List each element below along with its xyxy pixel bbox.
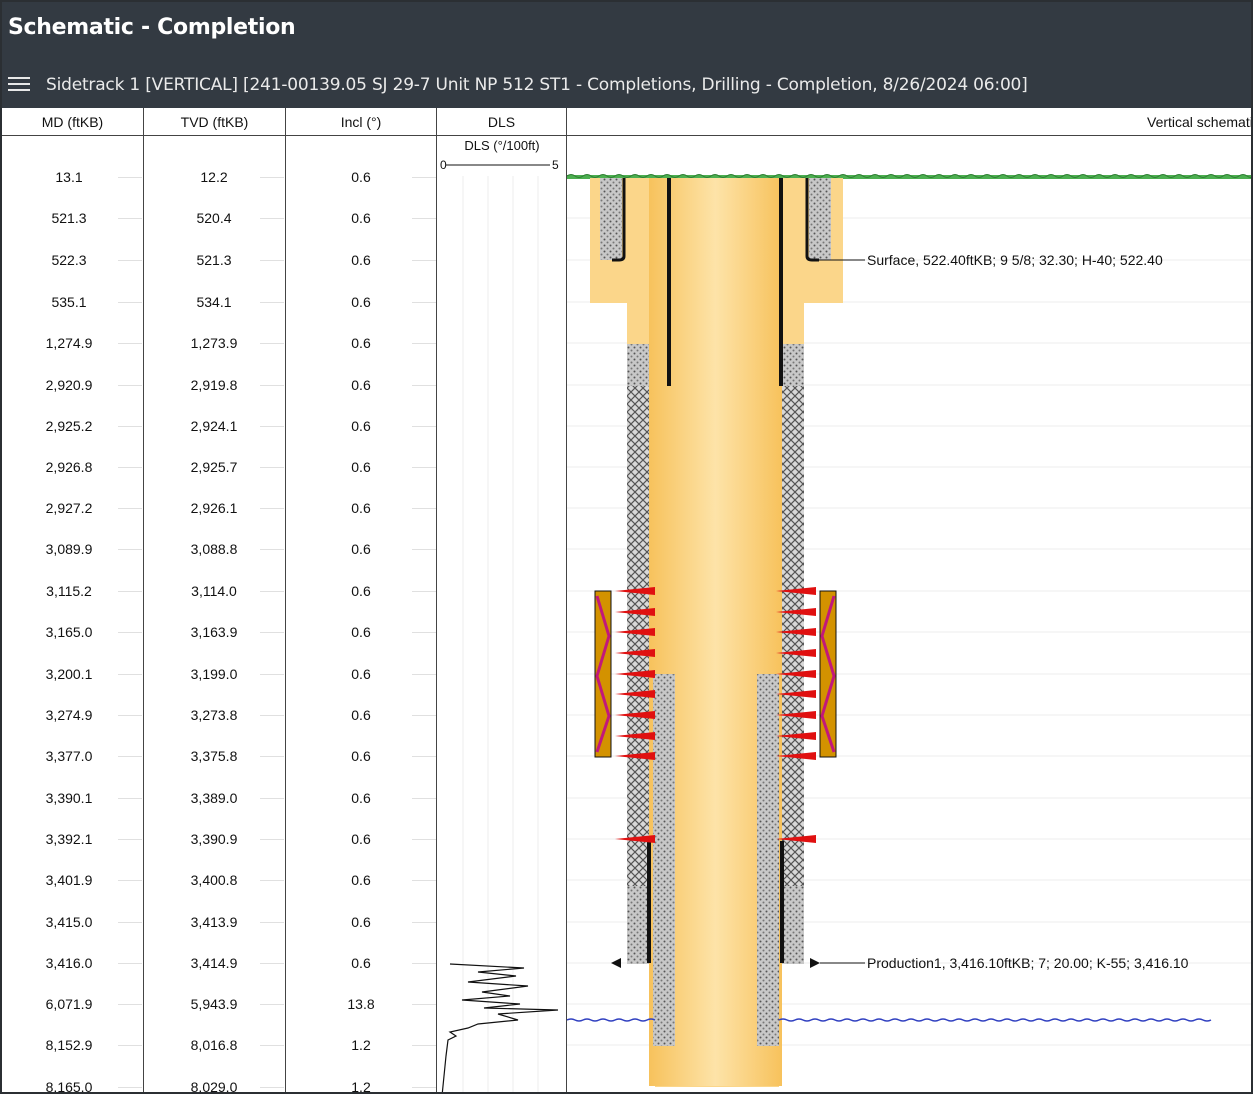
incl-column-header[interactable]: Incl (°) [286, 108, 437, 136]
liner-cement-left [653, 674, 675, 1046]
window-title: Schematic - Completion [8, 15, 296, 40]
md-cell: 2,920.9 [45, 377, 93, 393]
md-cell: 521.3 [51, 210, 87, 226]
md-cell: 2,925.2 [45, 418, 93, 434]
dls-column-header[interactable]: DLS [437, 108, 567, 136]
md-cell: 3,200.1 [45, 666, 93, 682]
dls-curve [441, 963, 559, 1092]
md-cell: 8,152.9 [45, 1037, 93, 1053]
md-cell: 3,089.9 [45, 541, 93, 557]
md-cell: 2,927.2 [45, 500, 93, 516]
md-cell: 3,390.1 [45, 790, 93, 806]
md-cell: 3,165.0 [45, 624, 93, 640]
md-cell: 8,165.0 [45, 1079, 93, 1094]
md-cell: 6,071.9 [45, 996, 93, 1012]
liner-cement-right [757, 674, 779, 1046]
md-cell: 535.1 [51, 294, 87, 310]
casing-wall-left [667, 178, 671, 386]
tvd-cell: 8,029.0 [190, 1079, 238, 1094]
md-cell: 3,415.0 [45, 914, 93, 930]
production-casing-label: Production1, 3,416.10ftKB; 7; 20.00; K-5… [867, 955, 1189, 971]
md-cell: 3,274.9 [45, 707, 93, 723]
md-cell: 2,926.8 [45, 459, 93, 475]
surface-casing-label: Surface, 522.40ftKB; 9 5/8; 32.30; H-40;… [867, 252, 1163, 268]
md-cell: 1,274.9 [45, 335, 93, 351]
dls-track [441, 164, 559, 1092]
md-cell: 3,401.9 [45, 872, 93, 888]
braid-left [627, 386, 649, 886]
fluid-level-left [567, 1018, 656, 1022]
well-subtitle: Sidetrack 1 [VERTICAL] [241-00139.05 SJ … [46, 75, 1028, 95]
well-schematic: Surface, 522.40ftKB; 9 5/8; 32.30; H-40;… [567, 174, 1251, 1087]
md-cell: 3,377.0 [45, 748, 93, 764]
md-cell: 13.1 [55, 169, 83, 185]
column-header-row: MD (ftKB) TVD (ftKB) Incl (°) DLS Vertic… [2, 108, 1251, 136]
surface-cement-left [600, 178, 622, 260]
casing-wall-right [779, 178, 783, 386]
md-cell: 3,115.2 [46, 583, 92, 599]
hamburger-menu-icon[interactable] [8, 77, 30, 91]
fluid-level-right [778, 1018, 1212, 1022]
schematic-window: Schematic - Completion Sidetrack 1 [VERT… [0, 0, 1253, 1094]
md-column-header[interactable]: MD (ftKB) [2, 108, 144, 136]
md-cell: 3,392.1 [45, 831, 93, 847]
surface-cement-right [809, 178, 831, 260]
well-info-bar: Sidetrack 1 [VERTICAL] [241-00139.05 SJ … [2, 58, 1251, 108]
vertical-schematic-header[interactable]: Vertical schematic [1147, 108, 1251, 136]
data-grid: 13.1 12.2 0.6 521.3 520.4 0.6 522.3 521.3 0.6 535… [2, 136, 1251, 1094]
incl-cell: 1.2 [351, 1079, 371, 1094]
title-bar: Schematic - Completion [2, 2, 1251, 58]
tvd-column-header[interactable]: TVD (ftKB) [144, 108, 286, 136]
md-cell: 3,416.0 [45, 955, 93, 971]
shoe-arrow-left [611, 958, 621, 968]
md-cell: 522.3 [51, 252, 87, 268]
braid-right [782, 386, 804, 886]
shoe-arrow-right [810, 958, 820, 968]
